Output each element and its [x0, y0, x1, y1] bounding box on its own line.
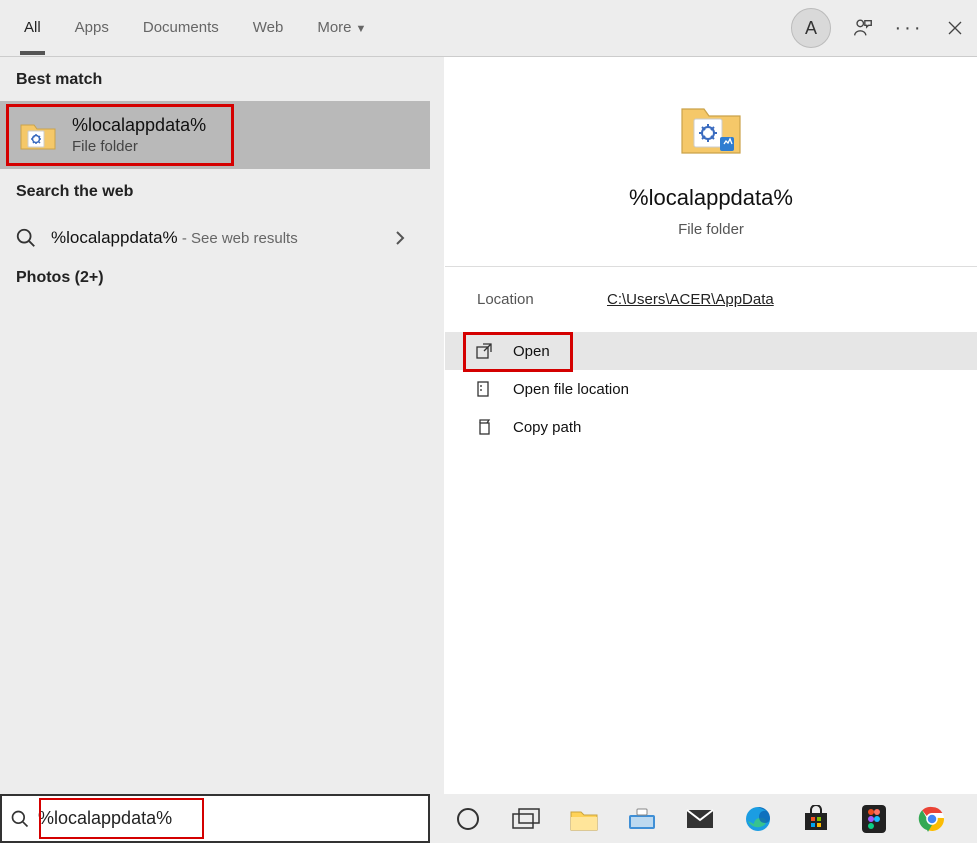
chevron-down-icon: ▼: [356, 23, 367, 35]
tab-apps[interactable]: Apps: [71, 2, 113, 54]
section-photos[interactable]: Photos (2+): [0, 263, 430, 299]
keyboard-icon[interactable]: [624, 801, 660, 837]
tab-documents[interactable]: Documents: [139, 2, 223, 54]
task-view-icon[interactable]: [508, 801, 544, 837]
taskbar: [430, 794, 977, 843]
search-box[interactable]: [0, 794, 430, 843]
section-search-web: Search the web: [0, 169, 430, 213]
web-search-result[interactable]: %localappdata% - See web results: [0, 213, 430, 263]
best-match-result[interactable]: %localappdata% File folder: [0, 101, 430, 169]
location-row: Location C:\Users\ACER\AppData: [445, 267, 977, 332]
preview-title: %localappdata%: [629, 185, 793, 211]
mail-icon[interactable]: [682, 801, 718, 837]
avatar[interactable]: A: [791, 8, 831, 48]
folder-icon: [676, 93, 746, 163]
close-icon[interactable]: [941, 14, 969, 42]
edge-icon[interactable]: [740, 801, 776, 837]
action-copy-path[interactable]: Copy path: [445, 408, 977, 446]
chevron-right-icon: [394, 230, 406, 246]
more-options-icon[interactable]: ···: [895, 14, 923, 42]
location-label: Location: [477, 291, 607, 308]
file-explorer-icon[interactable]: [566, 801, 602, 837]
action-open-file-location[interactable]: Open file location: [445, 370, 977, 408]
tab-web[interactable]: Web: [249, 2, 288, 54]
search-icon: [15, 227, 39, 249]
tab-more[interactable]: More▼: [313, 2, 370, 54]
chrome-icon[interactable]: [914, 801, 950, 837]
preview-subtitle: File folder: [678, 221, 744, 238]
action-open-label: Open: [513, 343, 550, 360]
best-match-title: %localappdata%: [72, 115, 206, 136]
web-result-suffix: - See web results: [178, 230, 298, 247]
file-location-icon: [475, 380, 495, 398]
web-result-query: %localappdata%: [51, 228, 178, 247]
location-link[interactable]: C:\Users\ACER\AppData: [607, 291, 774, 308]
search-input[interactable]: [38, 796, 428, 841]
figma-icon[interactable]: [856, 801, 892, 837]
store-icon[interactable]: [798, 801, 834, 837]
section-best-match: Best match: [0, 57, 430, 101]
action-open[interactable]: Open: [445, 332, 977, 370]
feedback-icon[interactable]: [849, 14, 877, 42]
preview-panel: %localappdata% File folder Location C:\U…: [444, 57, 977, 794]
results-panel: Best match %localappdata% File folder Se: [0, 57, 430, 794]
action-copy-path-label: Copy path: [513, 419, 581, 436]
copy-icon: [475, 418, 495, 436]
search-tabs-bar: All Apps Documents Web More▼ A ···: [0, 0, 977, 57]
action-open-location-label: Open file location: [513, 381, 629, 398]
open-icon: [475, 342, 495, 360]
folder-icon: [18, 115, 58, 155]
best-match-subtitle: File folder: [72, 138, 206, 155]
tab-all[interactable]: All: [20, 2, 45, 54]
search-icon: [2, 809, 38, 829]
cortana-icon[interactable]: [450, 801, 486, 837]
